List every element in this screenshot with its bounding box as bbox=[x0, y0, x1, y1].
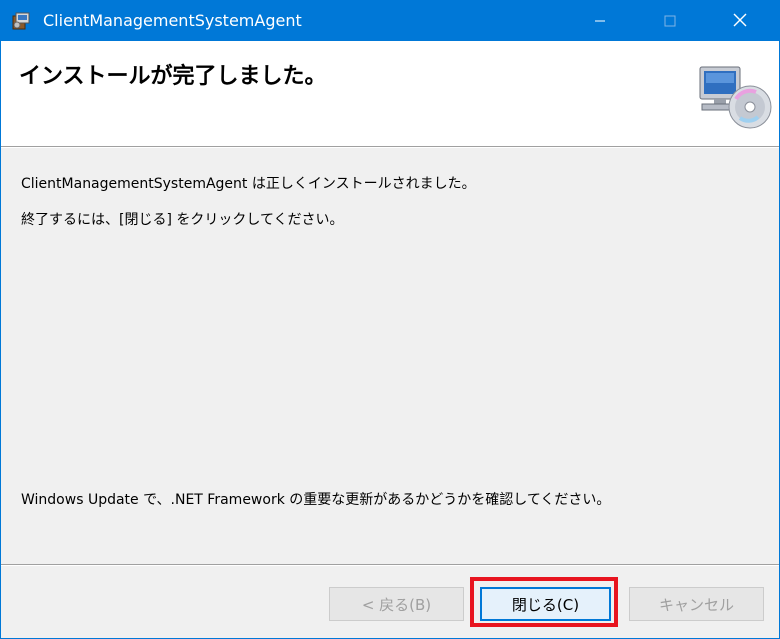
cancel-button[interactable]: キャンセル bbox=[629, 587, 764, 621]
dialog-header: インストールが完了しました。 bbox=[1, 41, 779, 146]
windows-update-message: Windows Update で、.NET Framework の重要な更新があ… bbox=[21, 492, 611, 508]
footer-divider bbox=[1, 564, 779, 566]
close-instruction-message: 終了するには、[閉じる] をクリックしてください。 bbox=[21, 212, 344, 228]
window-title: ClientManagementSystemAgent bbox=[43, 11, 302, 30]
close-icon bbox=[733, 12, 747, 31]
maximize-icon bbox=[664, 12, 676, 31]
maximize-button[interactable] bbox=[647, 1, 693, 41]
back-button[interactable]: < 戻る(B) bbox=[329, 587, 464, 621]
header-divider bbox=[1, 146, 779, 148]
close-window-button[interactable] bbox=[717, 1, 763, 41]
minimize-icon bbox=[594, 12, 606, 31]
minimize-button[interactable] bbox=[577, 1, 623, 41]
page-title: インストールが完了しました。 bbox=[19, 64, 327, 89]
title-bar[interactable]: ClientManagementSystemAgent bbox=[1, 1, 779, 41]
close-button[interactable]: 閉じる(C) bbox=[480, 587, 611, 621]
installer-window: ClientManagementSystemAgent インストールが完了しまし… bbox=[0, 0, 780, 639]
install-success-message: ClientManagementSystemAgent は正しくインストールされ… bbox=[21, 176, 476, 192]
installer-package-icon bbox=[11, 11, 31, 31]
computer-cd-icon bbox=[696, 61, 772, 131]
